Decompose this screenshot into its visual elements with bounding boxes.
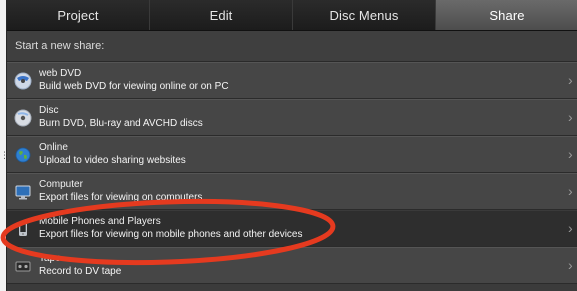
tape-icon xyxy=(13,256,33,276)
tab-disc-menus[interactable]: Disc Menus xyxy=(293,0,436,30)
tab-bar: Project Edit Disc Menus Share xyxy=(7,0,577,31)
share-heading: Start a new share: xyxy=(7,31,577,62)
share-option-computer[interactable]: Computer Export files for viewing on com… xyxy=(7,173,577,210)
share-option-title: Mobile Phones and Players xyxy=(39,216,161,227)
chevron-right-icon: › xyxy=(568,183,573,199)
chevron-right-icon: › xyxy=(568,109,573,125)
web-dvd-icon xyxy=(13,71,33,91)
share-option-mobile-phones-and-players[interactable]: Mobile Phones and Players Export files f… xyxy=(7,210,577,247)
share-option-online[interactable]: Online Upload to video sharing websites … xyxy=(7,136,577,173)
chevron-right-icon: › xyxy=(568,72,573,88)
share-option-title: Tape xyxy=(39,253,61,264)
share-option-description: Build web DVD for viewing online or on P… xyxy=(39,81,229,92)
share-option-description: Export files for viewing on computers xyxy=(39,192,203,203)
disc-icon xyxy=(13,108,33,128)
tab-project[interactable]: Project xyxy=(7,0,150,30)
share-option-description: Record to DV tape xyxy=(39,266,122,277)
share-option-description: Upload to video sharing websites xyxy=(39,155,186,166)
chevron-right-icon: › xyxy=(568,257,573,273)
share-options-list: web DVD Build web DVD for viewing online… xyxy=(7,62,577,284)
share-panel: Project Edit Disc Menus Share Start a ne… xyxy=(6,0,577,291)
share-option-title: Computer xyxy=(39,179,83,190)
computer-icon xyxy=(13,182,33,202)
share-option-title: Disc xyxy=(39,105,59,116)
tab-share[interactable]: Share xyxy=(436,0,577,30)
chevron-right-icon: › xyxy=(568,146,573,162)
share-option-description: Burn DVD, Blu-ray and AVCHD discs xyxy=(39,118,203,129)
tab-edit[interactable]: Edit xyxy=(150,0,293,30)
chevron-right-icon: › xyxy=(568,220,573,236)
share-option-web-dvd[interactable]: web DVD Build web DVD for viewing online… xyxy=(7,62,577,99)
mobile-phone-icon xyxy=(13,219,33,239)
share-option-disc[interactable]: Disc Burn DVD, Blu-ray and AVCHD discs › xyxy=(7,99,577,136)
share-option-tape[interactable]: Tape Record to DV tape › xyxy=(7,247,577,284)
panel-resize-grip[interactable]: ⋮ xyxy=(0,150,9,160)
share-option-title: web DVD xyxy=(39,68,82,79)
globe-icon xyxy=(13,145,33,165)
share-option-title: Online xyxy=(39,142,68,153)
share-option-description: Export files for viewing on mobile phone… xyxy=(39,229,303,240)
